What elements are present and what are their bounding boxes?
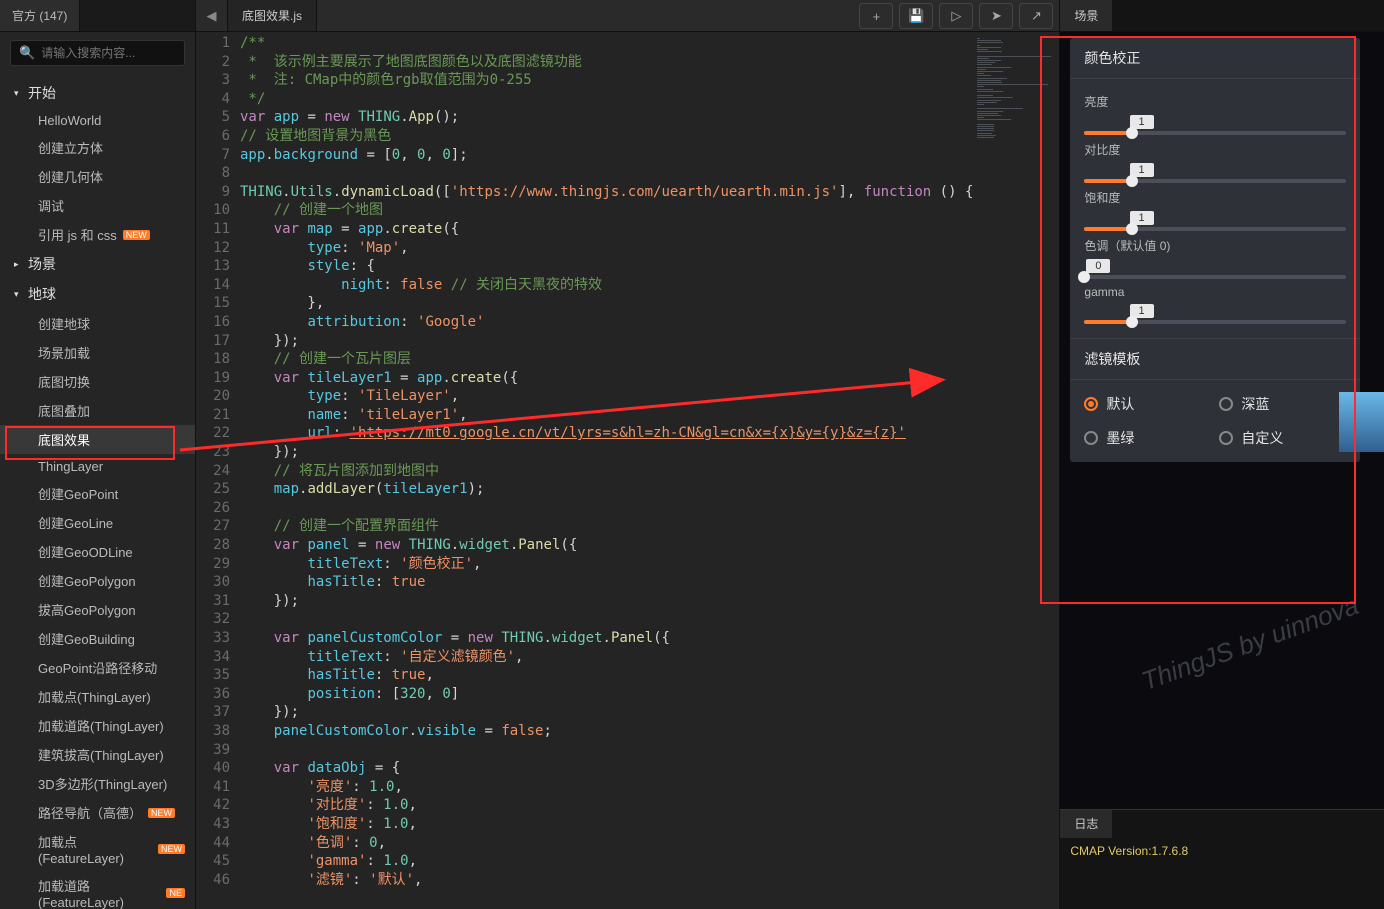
slider-track[interactable] — [1084, 227, 1346, 231]
log-line: CMAP Version:1.7.6.8 — [1070, 844, 1374, 858]
tree-item[interactable]: 加载道路(ThingLayer) — [0, 711, 195, 740]
tree-item[interactable]: 路径导航（高德）NEW — [0, 798, 195, 827]
tree-item[interactable]: ThingLayer — [0, 454, 195, 479]
search-icon: 🔍 — [19, 45, 35, 61]
right-panel: 场景 颜色校正 亮度1 对比度1 饱和度1 色调（默认值 0) 0 gamma1 滤镜模板… — [1059, 0, 1384, 909]
log-panel: 日志 CMAP Version:1.7.6.8 — [1060, 809, 1384, 909]
slider[interactable]: 亮度1 — [1084, 93, 1346, 135]
tree-item[interactable]: 创建GeoLine — [0, 508, 195, 537]
search-container: 🔍 — [10, 40, 185, 66]
sidebar: 官方 (147) 🔍 ▾开始HelloWorld创建立方体创建几何体调试引用 j… — [0, 0, 196, 909]
filter-radio[interactable]: 默认 — [1084, 394, 1211, 414]
tree-item[interactable]: 创建GeoPoint — [0, 479, 195, 508]
save-button[interactable]: 💾 — [899, 3, 933, 29]
tree-item[interactable]: HelloWorld — [0, 108, 195, 133]
tree-item[interactable]: 加载点(FeatureLayer)NEW — [0, 827, 195, 871]
filter-radio[interactable]: 墨绿 — [1084, 428, 1211, 448]
slider-label: gamma — [1084, 285, 1346, 299]
tree-item[interactable]: 场景加载 — [0, 338, 195, 367]
color-correction-panel: 颜色校正 亮度1 对比度1 饱和度1 色调（默认值 0) 0 gamma1 滤镜模板 默认… — [1070, 38, 1360, 462]
slider[interactable]: gamma1 — [1084, 285, 1346, 324]
file-tab[interactable]: 底图效果.js — [228, 0, 317, 31]
example-tree[interactable]: ▾开始HelloWorld创建立方体创建几何体调试引用 js 和 cssNEW▸… — [0, 74, 195, 909]
slider[interactable]: 对比度1 — [1084, 141, 1346, 183]
tree-group[interactable]: ▸场景 — [0, 249, 195, 279]
tree-item[interactable]: GeoPoint沿路径移动 — [0, 653, 195, 682]
tree-item[interactable]: 创建GeoODLine — [0, 537, 195, 566]
sidebar-tab-official[interactable]: 官方 (147) — [0, 0, 80, 31]
slider-track[interactable] — [1084, 275, 1346, 279]
tree-item[interactable]: 底图效果 — [0, 425, 195, 454]
slider[interactable]: 饱和度1 — [1084, 189, 1346, 231]
tree-group[interactable]: ▾地球 — [0, 279, 195, 309]
search-input[interactable] — [41, 46, 196, 60]
tree-group[interactable]: ▾开始 — [0, 78, 195, 108]
tree-item[interactable]: 底图叠加 — [0, 396, 195, 425]
tree-item[interactable]: 创建GeoPolygon — [0, 566, 195, 595]
slider-track[interactable] — [1084, 179, 1346, 183]
slider-track[interactable] — [1084, 320, 1346, 324]
slider-label: 亮度 — [1084, 93, 1346, 110]
scene-view[interactable]: 颜色校正 亮度1 对比度1 饱和度1 色调（默认值 0) 0 gamma1 滤镜模板 默认… — [1060, 32, 1384, 809]
tree-item[interactable]: 加载道路(FeatureLayer)NE — [0, 871, 195, 909]
tree-item[interactable]: 3D多边形(ThingLayer) — [0, 769, 195, 798]
slider-label: 色调（默认值 0) — [1084, 237, 1346, 254]
tree-item[interactable]: 建筑拔高(ThingLayer) — [0, 740, 195, 769]
nav-back-button[interactable]: ◀ — [196, 0, 228, 31]
scene-tab[interactable]: 场景 — [1060, 0, 1112, 31]
run-button[interactable]: ▷ — [939, 3, 973, 29]
editor-area: ◀ 底图效果.js + 💾 ▷ ➤ ↗ 12345678910111213141… — [196, 0, 1059, 909]
tree-item[interactable]: 创建GeoBuilding — [0, 624, 195, 653]
filter-template-title: 滤镜模板 — [1070, 338, 1360, 380]
filter-radio[interactable]: 深蓝 — [1219, 394, 1346, 414]
watermark: ThingJS by uinnova — [1137, 590, 1362, 697]
panel-title: 颜色校正 — [1070, 38, 1360, 79]
code-editor[interactable]: 1234567891011121314151617181920212223242… — [196, 32, 973, 909]
slider-label: 饱和度 — [1084, 189, 1346, 206]
tree-item[interactable]: 加载点(ThingLayer) — [0, 682, 195, 711]
slider[interactable]: 色调（默认值 0) 0 — [1084, 237, 1346, 279]
tree-item[interactable]: 底图切换 — [0, 367, 195, 396]
minimap[interactable] — [973, 32, 1059, 909]
tree-item[interactable]: 创建地球 — [0, 309, 195, 338]
slider-label: 对比度 — [1084, 141, 1346, 158]
tree-item[interactable]: 创建立方体 — [0, 133, 195, 162]
filter-radio[interactable]: 自定义 — [1219, 428, 1346, 448]
tree-item[interactable]: 创建几何体 — [0, 162, 195, 191]
slider-track[interactable] — [1084, 131, 1346, 135]
tree-item[interactable]: 拔高GeoPolygon — [0, 595, 195, 624]
tree-item[interactable]: 调试 — [0, 191, 195, 220]
log-tab[interactable]: 日志 — [1060, 810, 1112, 838]
sidebar-tabs: 官方 (147) — [0, 0, 195, 32]
add-button[interactable]: + — [859, 3, 893, 29]
log-body: CMAP Version:1.7.6.8 — [1060, 838, 1384, 909]
slider-value: 0 — [1086, 259, 1110, 273]
tree-item[interactable]: 引用 js 和 cssNEW — [0, 220, 195, 249]
toolbar: ◀ 底图效果.js + 💾 ▷ ➤ ↗ — [196, 0, 1059, 32]
open-button[interactable]: ↗ — [1019, 3, 1053, 29]
send-button[interactable]: ➤ — [979, 3, 1013, 29]
